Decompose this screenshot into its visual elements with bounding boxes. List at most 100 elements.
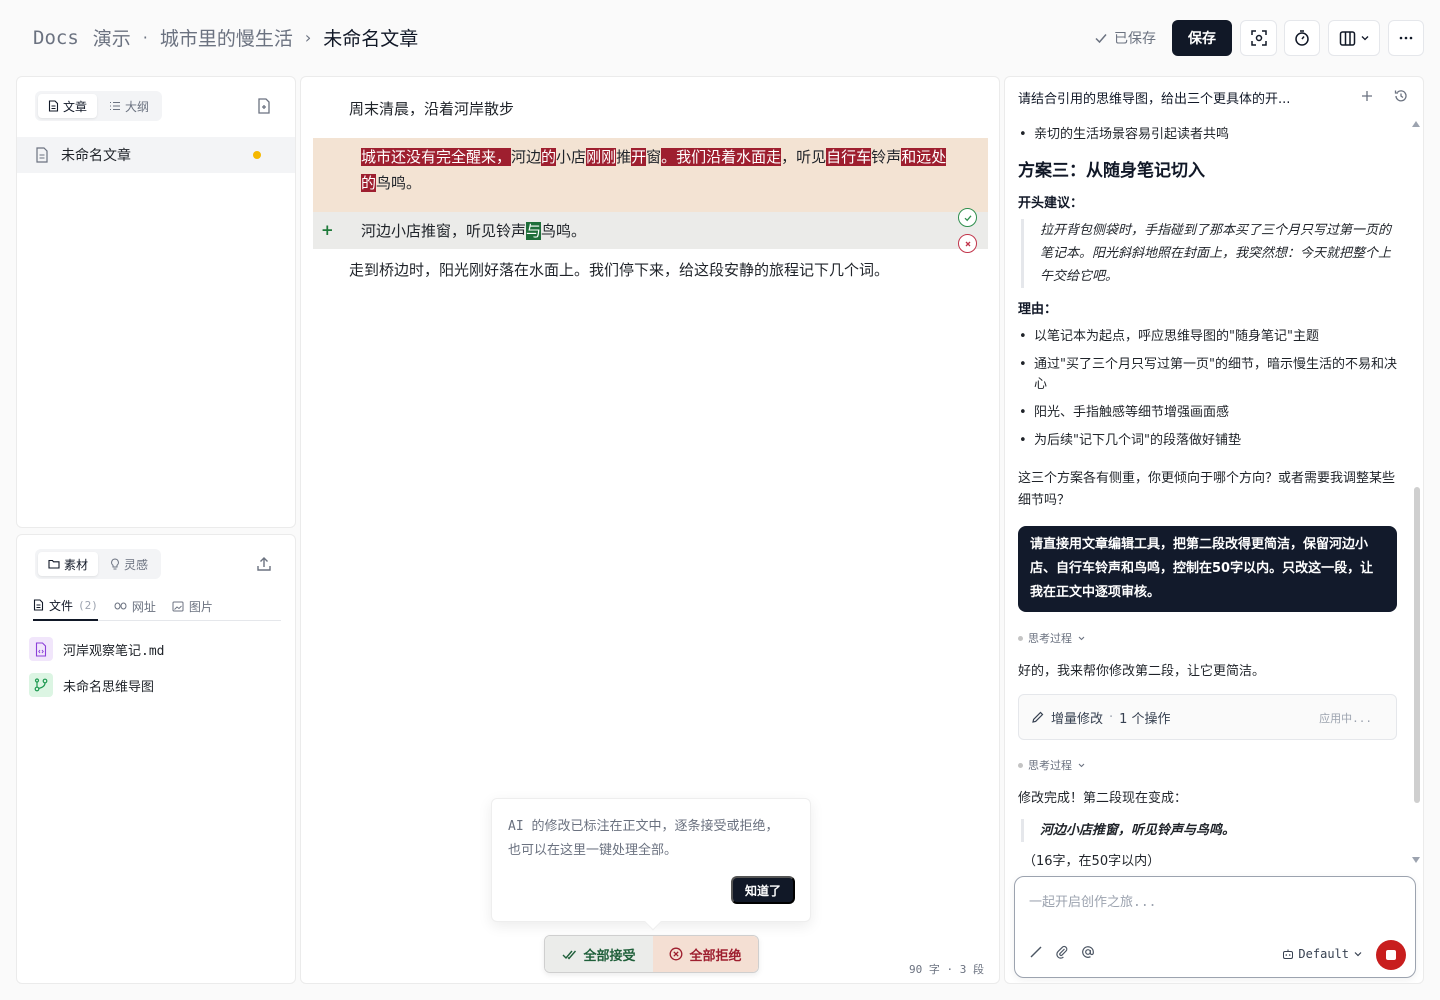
files-count: (2) [78, 598, 98, 612]
tool-ops: 1 个操作 [1119, 711, 1171, 727]
more-icon [1399, 36, 1413, 40]
focus-button[interactable] [1240, 20, 1277, 56]
breadcrumb-project[interactable]: 城市里的慢生活 [160, 24, 293, 51]
kept-segment: 河边 [511, 148, 542, 166]
new-document-icon[interactable] [255, 97, 273, 115]
kept-segment: 小店 [556, 148, 587, 166]
lightbulb-icon [111, 558, 119, 570]
assistant-result: 修改完成！第二段现在变成： [1018, 791, 1188, 806]
file-item-name: 未命名文章 [61, 148, 131, 164]
chat-composer[interactable]: 一起开启创作之旅... Default [1014, 876, 1416, 978]
thinking-label: 思考过程 [1028, 632, 1072, 645]
kept-segment: 窗 [646, 148, 662, 166]
review-hint-popover: AI 的修改已标注在正文中，逐条接受或拒绝，也可以在这里一键处理全部。 知道了 [491, 798, 811, 931]
slash-icon[interactable] [1029, 945, 1043, 959]
tab-materials[interactable]: 素材 [38, 552, 99, 576]
popover-arrow [644, 913, 662, 931]
subtab-images[interactable]: 图片 [172, 591, 213, 621]
reason-label: 理由： [1018, 302, 1058, 317]
bullet-dot [1018, 762, 1023, 768]
at-icon[interactable] [1081, 945, 1095, 959]
model-selector[interactable]: Default [1282, 947, 1363, 961]
files-panel: 文章 大纲 未命名文章 [16, 76, 296, 528]
subtab-files[interactable]: 文件 (2) [33, 591, 98, 621]
deleted-segment: 的 [541, 148, 557, 166]
tab-outline[interactable]: 大纲 [99, 94, 159, 118]
timer-icon [1295, 30, 1309, 46]
columns-icon [1339, 30, 1355, 46]
result-note: （16字，在50字以内） [1023, 854, 1161, 869]
accept-all-label: 全部接受 [583, 948, 636, 964]
tab-inspiration[interactable]: 灵感 [100, 552, 158, 576]
more-button[interactable] [1388, 20, 1424, 56]
plus-icon[interactable] [1359, 88, 1375, 104]
diff-insertion-block: + 河边小店推窗，听见铃声与鸟鸣。 [313, 212, 988, 249]
tab-article-label: 文章 [63, 99, 88, 114]
material-item[interactable]: 未命名思维导图 [29, 673, 154, 697]
accept-change-button[interactable] [958, 208, 977, 227]
material-item[interactable]: 河岸观察笔记.md [29, 637, 164, 661]
accept-all-button[interactable]: 全部接受 [545, 936, 653, 972]
paragraph-3[interactable]: 走到桥边时，阳光刚好落在水面上。我们停下来，给这段安静的旅程记下几个词。 [349, 259, 889, 280]
double-check-icon [562, 950, 577, 960]
robot-icon [1283, 949, 1294, 959]
subtab-files-label: 文件 [49, 598, 74, 613]
got-it-button[interactable]: 知道了 [730, 876, 795, 904]
check-icon [1095, 34, 1107, 44]
reason-item: 以笔记本为起点，呼应思维导图的"随身笔记"主题 [1018, 327, 1398, 347]
check-icon [964, 214, 971, 221]
materials-tabs: 素材 灵感 [35, 549, 162, 579]
tab-article[interactable]: 文章 [38, 94, 98, 118]
timer-button[interactable] [1284, 20, 1320, 56]
tab-materials-label: 素材 [64, 557, 89, 572]
assistant-closing: 这三个方案各有侧重，你更倾向于哪个方向？或者需要我调整某些细节吗？ [1018, 471, 1396, 508]
kept-segment: 推 [616, 148, 632, 166]
plus-icon: + [321, 221, 334, 239]
breadcrumb-root[interactable]: Docs [33, 27, 79, 49]
breadcrumb: Docs 演示 · 城市里的慢生活 › 未命名文章 [33, 24, 418, 51]
inserted-paragraph[interactable]: 河边小店推窗，听见铃声与鸟鸣。 [361, 220, 586, 241]
inserted-char: 与 [526, 222, 542, 240]
deleted-segment: 。我们沿着水面走 [661, 148, 782, 166]
chat-scrollbar[interactable] [1414, 487, 1420, 803]
composer-input[interactable]: 一起开启创作之旅... [1029, 891, 1156, 910]
stop-generation-button[interactable] [1376, 940, 1406, 970]
opening-quote: 拉开背包侧袋时，手指碰到了那本买了三个月只写过第一页的笔记本。阳光斜斜地照在封面… [1021, 219, 1397, 288]
thinking-toggle[interactable]: 思考过程 [1018, 757, 1086, 773]
document-icon [36, 147, 48, 163]
link-icon [114, 602, 127, 610]
layout-toggle-button[interactable] [1328, 20, 1380, 56]
paragraph-1[interactable]: 周末清晨，沿着河岸散步 [349, 98, 514, 119]
breadcrumb-workspace[interactable]: 演示 [93, 24, 131, 51]
save-status: 已保存 [1094, 28, 1156, 48]
document-icon [48, 100, 59, 112]
scroll-down-arrow[interactable] [1412, 857, 1420, 863]
reject-change-button[interactable] [958, 234, 977, 253]
stop-icon [1386, 950, 1396, 960]
save-button[interactable]: 保存 [1172, 20, 1232, 56]
subtab-images-label: 图片 [188, 599, 213, 614]
deleted-segment: 自行车 [826, 148, 872, 166]
breadcrumb-dot: · [142, 28, 148, 47]
chevron-down-icon [1354, 952, 1362, 957]
file-code-icon [29, 637, 53, 661]
image-icon [172, 601, 184, 611]
scroll-up-arrow[interactable] [1412, 121, 1420, 127]
subtab-links[interactable]: 网址 [114, 591, 156, 621]
history-icon[interactable] [1393, 88, 1409, 104]
upload-icon[interactable] [255, 555, 273, 573]
files-tabs: 文章 大纲 [35, 91, 163, 121]
deleted-segment: 城市还没有完全醒来， [361, 148, 512, 166]
pencil-icon [1032, 711, 1044, 723]
tool-separator: · [1109, 709, 1114, 725]
word-count: 90 字 · 3 段 [909, 963, 984, 976]
model-name: Default [1298, 947, 1349, 961]
file-item[interactable]: 未命名文章 [17, 137, 295, 173]
plan-heading: 方案三：从随身笔记切入 [1018, 161, 1205, 181]
tool-call-card[interactable]: 增量修改 · 1 个操作 应用中... [1018, 694, 1397, 740]
thinking-toggle[interactable]: 思考过程 [1018, 630, 1086, 646]
reject-all-button[interactable]: 全部拒绝 [653, 936, 758, 972]
paperclip-icon[interactable] [1055, 945, 1069, 959]
composer-tools [1029, 945, 1095, 959]
chat-title: 请结合引用的思维导图，给出三个更具体的开... [1018, 92, 1291, 107]
